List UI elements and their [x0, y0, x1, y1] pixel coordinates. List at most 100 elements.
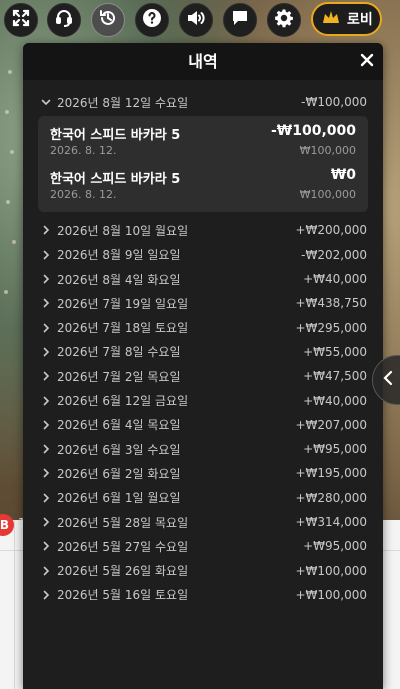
- history-day-label: 2026년 6월 12일 금요일: [57, 394, 189, 409]
- history-day-row[interactable]: 2026년 5월 16일 토요일 +₩100,000: [23, 583, 383, 607]
- chevron-right-icon: [41, 371, 51, 381]
- chat-icon: [230, 8, 250, 32]
- history-day-amount: +₩40,000: [303, 393, 367, 408]
- help-button[interactable]: [135, 3, 169, 37]
- history-day-row[interactable]: 2026년 6월 4일 목요일 +₩207,000: [23, 413, 383, 437]
- history-day-label: 2026년 8월 10일 월요일: [57, 223, 189, 238]
- history-day-row-expanded[interactable]: 2026년 8월 12일 수요일 -₩100,000: [23, 90, 383, 114]
- round-stake: ₩100,000: [299, 144, 356, 158]
- lobby-button[interactable]: 로비: [311, 2, 382, 36]
- history-day-label: 2026년 7월 18일 토요일: [57, 321, 189, 336]
- round-item[interactable]: 한국어 스피드 바카라 5 -₩100,000 2026. 8. 12. ₩10…: [50, 120, 356, 164]
- round-net-result: ₩0: [330, 167, 356, 184]
- history-day-row[interactable]: 2026년 8월 4일 화요일 +₩40,000: [23, 267, 383, 291]
- history-day-row[interactable]: 2026년 8월 10일 월요일 +₩200,000: [23, 218, 383, 242]
- history-day-row[interactable]: 2026년 8월 9일 일요일 -₩202,000: [23, 243, 383, 267]
- round-game-name: 한국어 스피드 바카라 5: [50, 172, 181, 188]
- round-item[interactable]: 한국어 스피드 바카라 5 ₩0 2026. 8. 12. ₩100,000: [50, 164, 356, 208]
- history-panel: 내역 2026년 8월 12일 수요일 -₩100,000 한국어 스피드 바카…: [23, 43, 383, 689]
- history-day-row[interactable]: 2026년 6월 3일 수요일 +₩95,000: [23, 437, 383, 461]
- history-day-label: 2026년 8월 4일 화요일: [57, 272, 181, 287]
- history-day-amount: +₩295,000: [295, 320, 367, 335]
- chevron-right-icon: [41, 323, 51, 333]
- history-day-amount: +₩95,000: [303, 442, 367, 457]
- headset-icon: [54, 8, 74, 32]
- history-day-amount: +₩314,000: [295, 515, 367, 529]
- history-day-amount: -₩100,000: [301, 95, 367, 110]
- background-decoration: [12, 240, 16, 244]
- round-game-name: 한국어 스피드 바카라 5: [50, 128, 181, 144]
- chevron-down-icon: [41, 97, 51, 107]
- fullscreen-icon: [11, 8, 31, 32]
- history-day-label: 2026년 7월 19일 일요일: [57, 296, 189, 311]
- settings-icon: [274, 8, 294, 32]
- chevron-right-icon: [41, 517, 51, 527]
- history-day-amount: +₩195,000: [295, 466, 367, 481]
- history-day-amount: +₩47,500: [303, 369, 367, 384]
- chevron-right-icon: [41, 590, 51, 600]
- history-day-label: 2026년 6월 1일 월요일: [57, 491, 181, 506]
- close-icon: [360, 43, 374, 80]
- history-day-list: 2026년 8월 10일 월요일 +₩200,000 2026년 8월 9일 일요일…: [23, 218, 383, 607]
- history-day-amount: +₩40,000: [303, 272, 367, 287]
- crown-icon: [321, 8, 341, 30]
- history-day-row[interactable]: 2026년 7월 18일 토요일 +₩295,000: [23, 315, 383, 339]
- history-day-label: 2026년 5월 28일 목요일: [57, 515, 189, 530]
- chevron-right-icon: [41, 396, 51, 406]
- chevron-right-icon: [41, 444, 51, 454]
- history-day-row[interactable]: 2026년 7월 2일 목요일 +₩47,500: [23, 364, 383, 388]
- round-date: 2026. 8. 12.: [50, 188, 117, 202]
- background-grid-line: [14, 520, 15, 689]
- history-day-label: 2026년 7월 2일 목요일: [57, 369, 181, 384]
- chevron-right-icon: [41, 468, 51, 478]
- page-title: 내역: [188, 52, 218, 71]
- history-day-amount: +₩100,000: [295, 587, 367, 602]
- history-day-row[interactable]: 2026년 5월 26일 화요일 +₩100,000: [23, 558, 383, 582]
- history-day-row[interactable]: 2026년 6월 1일 월요일 +₩280,000: [23, 486, 383, 510]
- top-toolbar: 로비: [0, 0, 400, 40]
- background-decoration: [10, 150, 14, 154]
- volume-button[interactable]: [179, 3, 213, 37]
- history-button[interactable]: [91, 3, 125, 37]
- support-button[interactable]: [47, 3, 81, 37]
- help-icon: [142, 8, 162, 32]
- close-button[interactable]: [357, 51, 377, 71]
- history-day-label: 2026년 6월 4일 목요일: [57, 418, 181, 433]
- history-day-row[interactable]: 2026년 7월 19일 일요일 +₩438,750: [23, 291, 383, 315]
- chevron-right-icon: [41, 566, 51, 576]
- history-day-label: 2026년 6월 3일 수요일: [57, 442, 181, 457]
- history-day-label: 2026년 6월 2일 화요일: [57, 466, 181, 481]
- history-day-row[interactable]: 2026년 6월 12일 금요일 +₩40,000: [23, 388, 383, 412]
- history-day-row[interactable]: 2026년 5월 28일 목요일 +₩314,000: [23, 510, 383, 534]
- history-day-amount: +₩95,000: [303, 539, 367, 554]
- chevron-right-icon: [41, 420, 51, 430]
- history-day-amount: -₩202,000: [301, 247, 367, 262]
- history-list: 2026년 8월 12일 수요일 -₩100,000 한국어 스피드 바카라 5…: [23, 80, 383, 607]
- round-date: 2026. 8. 12.: [50, 144, 117, 158]
- chevron-right-icon: [41, 274, 51, 284]
- lobby-label: 로비: [347, 12, 373, 28]
- history-day-row[interactable]: 2026년 6월 2일 화요일 +₩195,000: [23, 461, 383, 485]
- history-day-row[interactable]: 2026년 7월 8일 수요일 +₩55,000: [23, 340, 383, 364]
- history-panel-header: 내역: [23, 43, 383, 80]
- chevron-right-icon: [41, 298, 51, 308]
- history-day-label: 2026년 5월 16일 토요일: [57, 588, 189, 603]
- history-day-amount: +₩280,000: [295, 490, 367, 505]
- round-list: 한국어 스피드 바카라 5 -₩100,000 2026. 8. 12. ₩10…: [38, 116, 368, 213]
- chat-button[interactable]: [223, 3, 257, 37]
- history-day-label: 2026년 8월 9일 일요일: [57, 248, 181, 263]
- history-day-label: 2026년 5월 27일 수요일: [57, 539, 189, 554]
- background-decoration: [8, 70, 12, 74]
- background-decoration: [5, 110, 9, 114]
- history-day-label: 2026년 7월 8일 수요일: [57, 345, 181, 360]
- history-day-amount: +₩438,750: [295, 296, 367, 311]
- chevron-right-icon: [41, 541, 51, 551]
- history-day-amount: +₩200,000: [295, 223, 367, 238]
- volume-icon: [186, 8, 206, 32]
- chevron-right-icon: [41, 225, 51, 235]
- fullscreen-button[interactable]: [4, 3, 38, 37]
- history-day-row[interactable]: 2026년 5월 27일 수요일 +₩95,000: [23, 534, 383, 558]
- chevron-right-icon: [41, 493, 51, 503]
- background-decoration: [6, 200, 10, 204]
- settings-button[interactable]: [267, 3, 301, 37]
